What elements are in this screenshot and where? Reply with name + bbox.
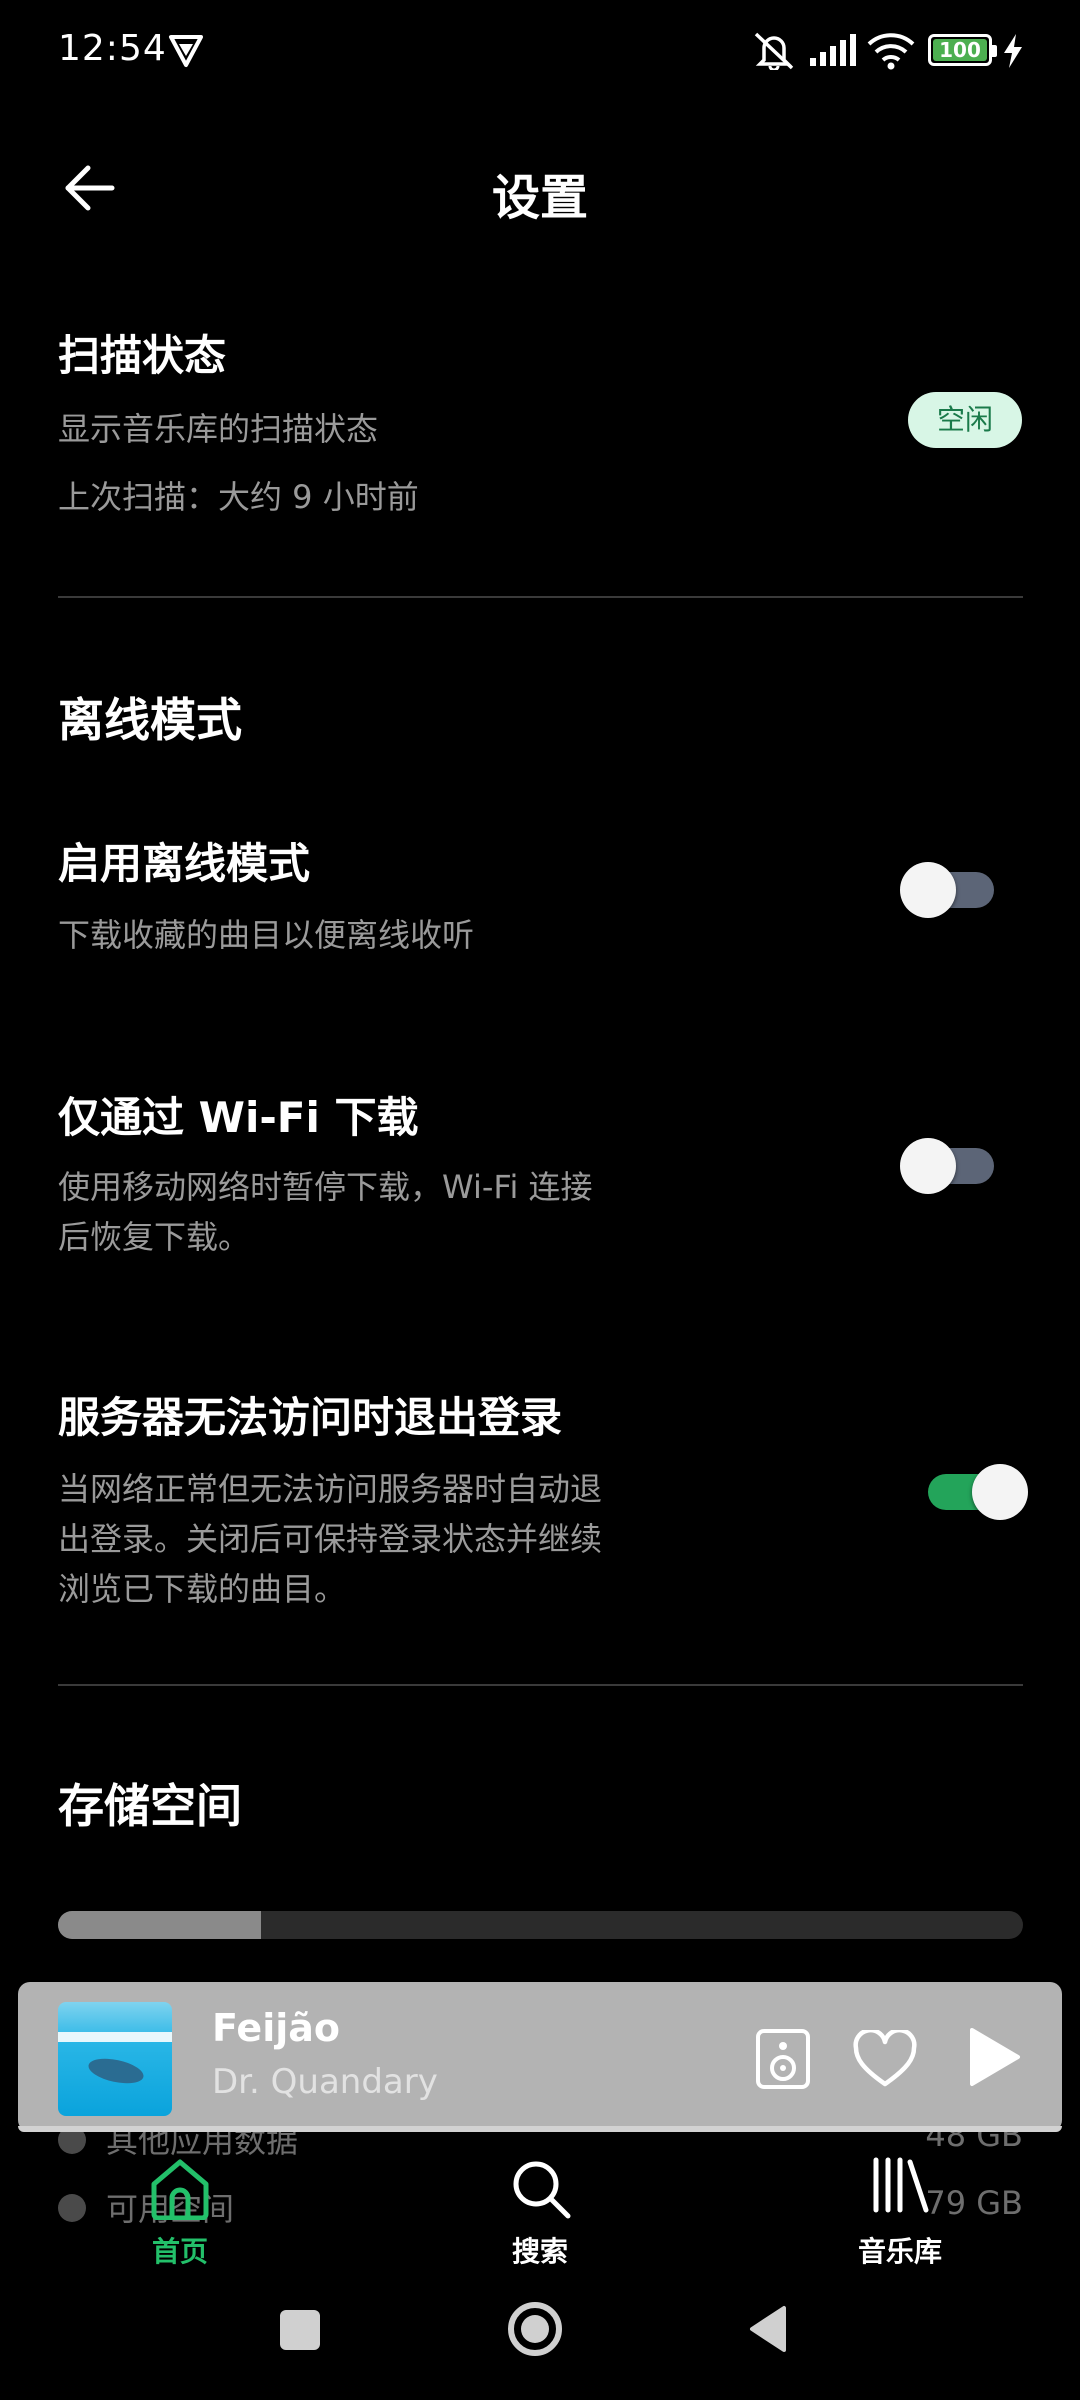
library-icon xyxy=(873,2157,929,2213)
status-time: 12:54 xyxy=(58,28,167,69)
wifi-icon xyxy=(867,33,915,70)
page-title: 设置 xyxy=(491,170,588,226)
wifi-only-toggle[interactable] xyxy=(900,1138,994,1194)
nav-library[interactable]: 音乐库 xyxy=(810,2150,990,2270)
battery-icon: 100 xyxy=(928,34,997,66)
mute-icon xyxy=(754,32,794,70)
scan-status-badge: 空闲 xyxy=(908,392,1022,448)
divider xyxy=(58,596,1023,598)
album-art xyxy=(58,2002,172,2116)
search-icon xyxy=(513,2161,571,2219)
nav-label: 搜索 xyxy=(511,2235,568,2268)
enable-offline-toggle[interactable] xyxy=(900,862,994,918)
speaker-icon[interactable] xyxy=(754,2028,812,2090)
battery-level: 100 xyxy=(939,38,981,62)
setting-title: 服务器无法访问时退出登录 xyxy=(58,1393,563,1442)
setting-description-line2: 出登录。关闭后可保持登录状态并继续 xyxy=(58,1520,603,1558)
status-bar: 12:54 100 xyxy=(0,0,1080,100)
legend-dot xyxy=(58,2194,86,2222)
nav-label: 首页 xyxy=(151,2235,208,2268)
setting-description-line2: 后恢复下载。 xyxy=(58,1218,251,1256)
setting-description: 下载收藏的曲目以便离线收听 xyxy=(58,916,475,954)
divider xyxy=(58,1684,1023,1686)
nav-home[interactable]: 首页 xyxy=(90,2150,270,2270)
logout-unreachable-toggle[interactable] xyxy=(920,1464,1028,1520)
charging-icon xyxy=(1004,34,1022,68)
storage-usage-bar xyxy=(58,1911,1023,1939)
setting-description-line1: 使用移动网络时暂停下载，Wi-Fi 连接 xyxy=(58,1168,593,1206)
setting-description-line3: 浏览已下载的曲目。 xyxy=(58,1570,347,1608)
nav-label: 音乐库 xyxy=(857,2235,942,2268)
system-home-button[interactable] xyxy=(506,2300,564,2358)
setting-title: 启用离线模式 xyxy=(58,839,311,888)
nav-search[interactable]: 搜索 xyxy=(450,2150,630,2270)
setting-description-line1: 当网络正常但无法访问服务器时自动退 xyxy=(58,1470,603,1508)
scan-status-description: 显示音乐库的扫描状态 xyxy=(58,410,379,448)
play-icon[interactable] xyxy=(966,2026,1022,2088)
storage-section-title: 存储空间 xyxy=(58,1779,242,1833)
song-title: Feijão xyxy=(212,2006,340,2050)
setting-title: 仅通过 Wi-Fi 下载 xyxy=(58,1093,419,1142)
home-icon xyxy=(151,2159,209,2220)
scan-status-last-scan: 上次扫描：大约 9 小时前 xyxy=(58,478,419,516)
heart-icon[interactable] xyxy=(852,2030,918,2088)
system-back-button[interactable] xyxy=(748,2304,788,2354)
storage-used-segment xyxy=(58,1911,261,1939)
artist-name: Dr. Quandary xyxy=(212,2062,438,2102)
system-recents-button[interactable] xyxy=(280,2310,320,2350)
vpn-icon xyxy=(169,35,203,67)
mini-player[interactable]: Feijão Dr. Quandary xyxy=(18,1982,1062,2132)
scan-status-title: 扫描状态 xyxy=(58,331,227,380)
offline-section-title: 离线模式 xyxy=(58,693,242,747)
signal-icon xyxy=(810,34,856,66)
player-progress xyxy=(18,2126,1062,2132)
